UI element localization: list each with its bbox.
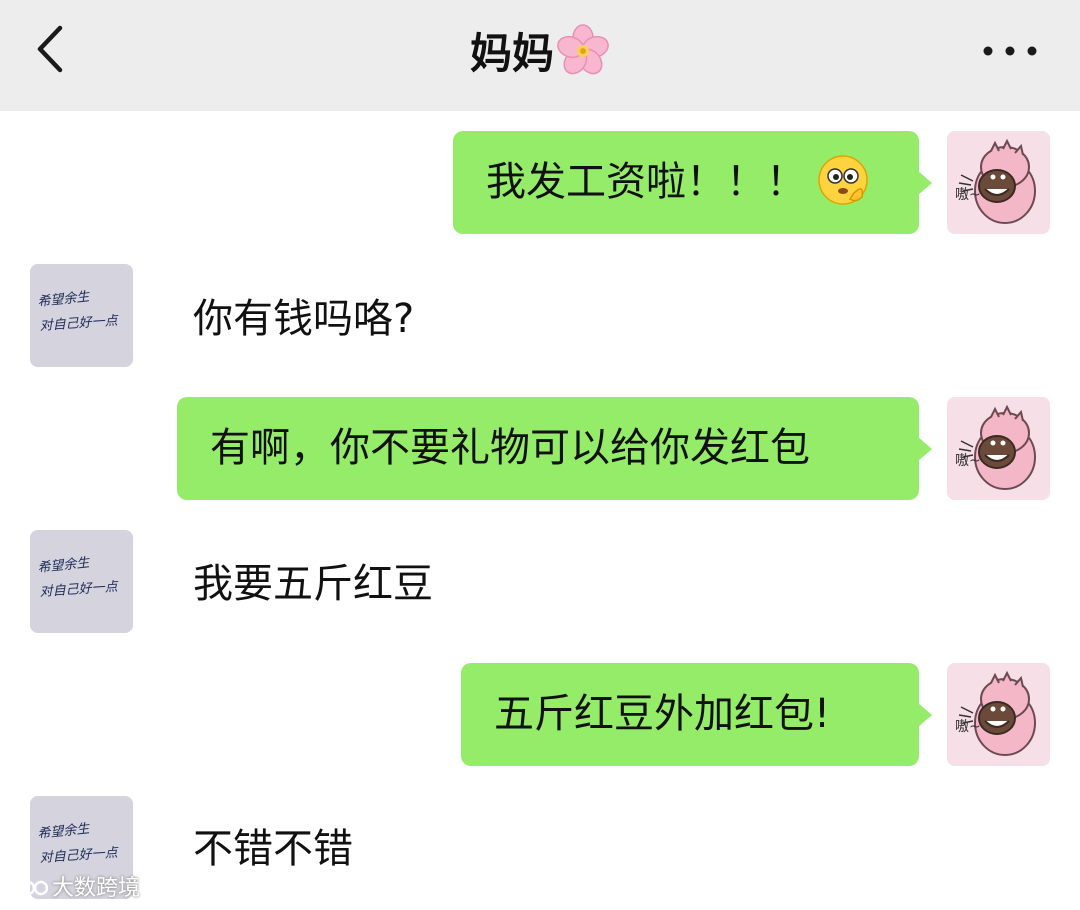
cartoon-dinosaur-avatar-icon: 嗷~ [947, 397, 1050, 500]
contact-name: 妈妈 [469, 29, 554, 78]
avatar-me[interactable]: 嗷~ [947, 131, 1050, 234]
message-text: 五斤红豆外加红包! [494, 691, 831, 737]
watermark-text: 大数跨境 [52, 876, 141, 901]
message-bubble-outgoing[interactable]: 我发工资啦！！！ [453, 131, 932, 234]
avatar-mom[interactable]: 希望余生 对自己好一点 [30, 530, 133, 633]
handwriting-avatar-icon: 希望余生 对自己好一点 [30, 264, 133, 367]
chat-title: 妈妈 [0, 24, 1080, 82]
message-text: 不错不错 [193, 826, 353, 872]
avatar-me[interactable]: 嗷~ [947, 397, 1050, 500]
watermark-logo-icon [11, 878, 49, 896]
message-incoming[interactable]: 我要五斤红豆 [193, 533, 433, 636]
message-incoming[interactable]: 你有钱吗咯? [193, 268, 414, 371]
cherry-blossom-icon [557, 24, 609, 75]
message-text: 我发工资啦！！！ [486, 159, 806, 205]
handwriting-avatar-icon: 希望余生 对自己好一点 [30, 530, 133, 633]
message-text: 有啊，你不要礼物可以给你发红包 [210, 425, 810, 471]
message-incoming[interactable]: 不错不错 [193, 798, 353, 901]
cartoon-dinosaur-avatar-icon: 嗷~ [947, 131, 1050, 234]
message-text: 我要五斤红豆 [193, 561, 433, 607]
more-button[interactable] [980, 38, 1040, 64]
avatar-mom[interactable]: 希望余生 对自己好一点 [30, 264, 133, 367]
more-dots-icon [983, 46, 1037, 56]
cartoon-dinosaur-avatar-icon: 嗷~ [947, 663, 1050, 766]
message-text: 你有钱吗咯? [193, 296, 415, 342]
chat-header: 妈妈 [0, 0, 1080, 111]
avatar-me[interactable]: 嗷~ [947, 663, 1050, 766]
saluting-face-icon [818, 155, 868, 205]
watermark: 大数跨境 [8, 872, 140, 906]
message-bubble-outgoing[interactable]: 五斤红豆外加红包! [461, 663, 932, 766]
message-bubble-outgoing[interactable]: 有啊，你不要礼物可以给你发红包 [177, 397, 932, 500]
